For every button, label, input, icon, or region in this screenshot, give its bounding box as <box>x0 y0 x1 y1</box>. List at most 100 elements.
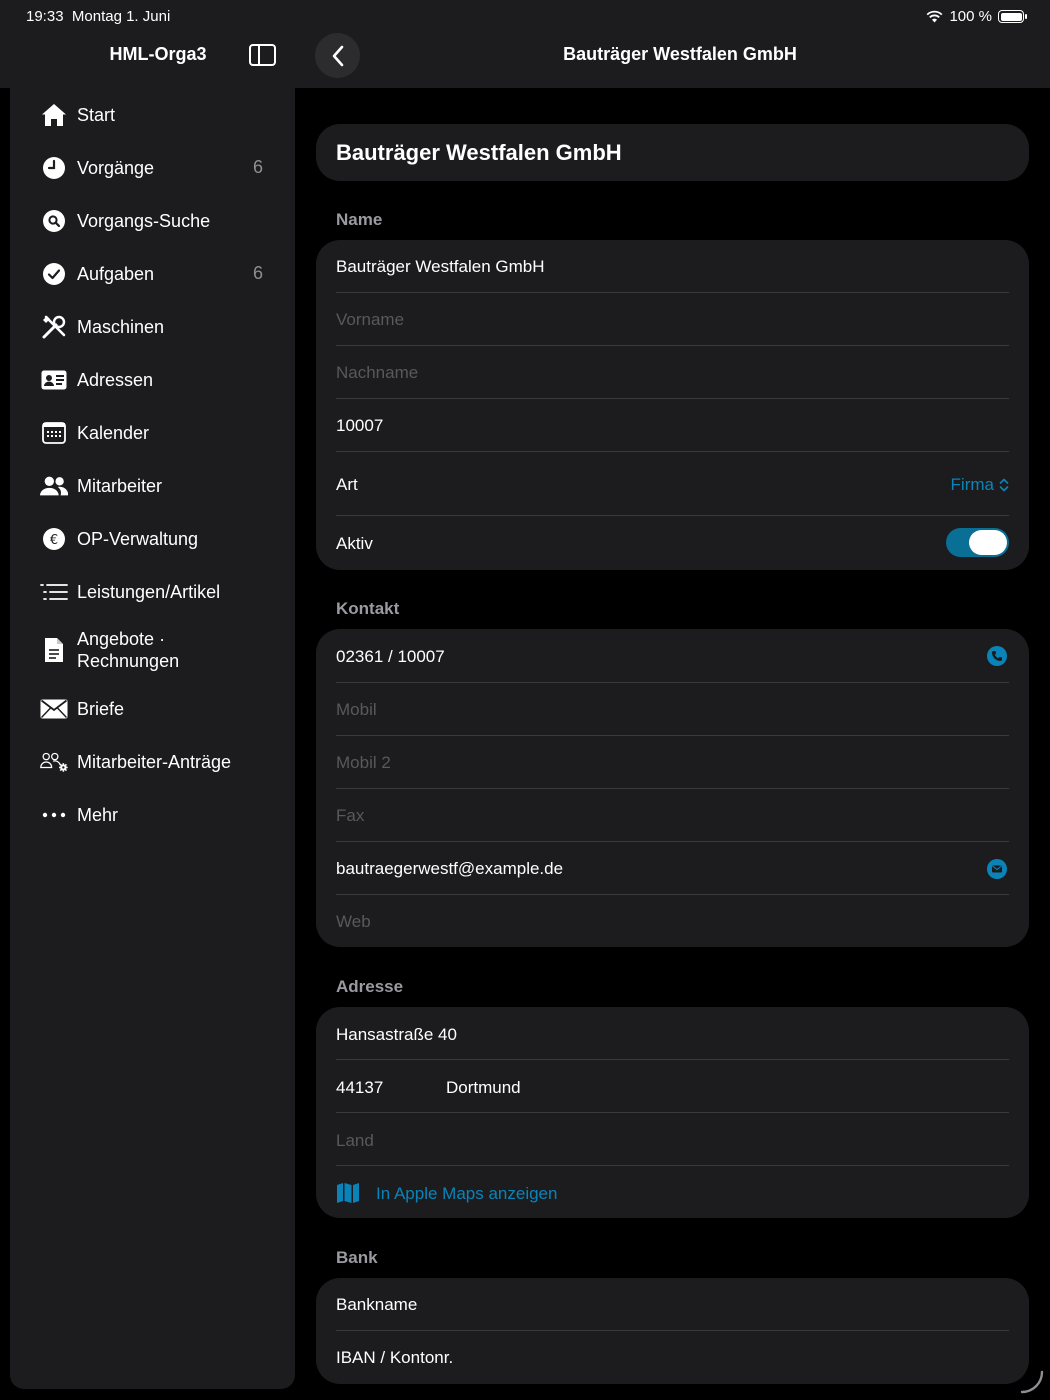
battery-percent: 100 % <box>949 8 992 25</box>
company-name-field[interactable]: Bauträger Westfalen GmbH <box>316 240 1029 293</box>
phone-icon[interactable] <box>987 646 1007 666</box>
search-icon <box>40 207 68 235</box>
chevron-left-icon <box>332 45 343 66</box>
city-field[interactable]: Dortmund <box>446 1078 521 1098</box>
art-picker[interactable]: Firma <box>951 475 1009 495</box>
number-field[interactable]: 10007 <box>316 399 1029 452</box>
sidebar-toggle-icon[interactable] <box>249 44 276 66</box>
sidebar-item-label: Angebote · Rechnungen <box>77 629 180 671</box>
bankname-field[interactable]: Bankname <box>316 1278 1029 1331</box>
contact-card-icon <box>40 366 68 394</box>
people-gear-icon <box>40 748 68 776</box>
section-heading-adresse: Adresse <box>336 977 404 996</box>
resize-handle-icon[interactable] <box>1018 1368 1046 1396</box>
sidebar-item-mitarbeiter-antraege[interactable]: Mitarbeiter-Anträge <box>10 735 295 788</box>
fax-field[interactable]: Fax <box>316 789 1029 842</box>
phone-field[interactable]: 02361 / 10007 <box>316 629 1029 682</box>
status-time: 19:33 Montag 1. Juni <box>26 8 171 25</box>
sidebar-item-label: Kalender <box>77 422 150 443</box>
web-field[interactable]: Web <box>316 895 1029 947</box>
phone-value: 02361 / 10007 <box>336 647 445 666</box>
sidebar-item-label: Mitarbeiter <box>77 475 163 496</box>
top-bar: HML-Orga3 Bauträger Westfalen GmbH <box>0 32 1050 88</box>
sidebar-item-label: Vorgangs-Suche <box>77 210 211 231</box>
map-icon <box>337 1183 359 1203</box>
sidebar-item-leistungen-artikel[interactable]: Leistungen/Artikel <box>10 565 295 618</box>
country-field[interactable]: Land <box>316 1113 1029 1166</box>
sidebar-app-title: HML-Orga3 <box>109 44 207 64</box>
clock-icon <box>40 154 68 182</box>
number-value: 10007 <box>336 416 384 435</box>
section-heading-kontakt: Kontakt <box>336 599 400 618</box>
vorname-field[interactable]: Vorname <box>316 293 1029 346</box>
sidebar-item-label: Adressen <box>77 369 154 390</box>
svg-text:€: € <box>50 533 58 548</box>
house-icon <box>40 101 68 129</box>
sidebar-item-adressen[interactable]: Adressen <box>10 353 295 406</box>
envelope-icon <box>40 695 68 723</box>
mobil-placeholder: Mobil <box>336 700 377 719</box>
checkmark-icon <box>40 260 68 288</box>
sidebar-item-briefe[interactable]: Briefe <box>10 682 295 735</box>
aktiv-toggle[interactable] <box>946 528 1009 557</box>
status-bar: 19:33 Montag 1. Juni 100 % <box>0 0 1050 32</box>
sidebar-item-kalender[interactable]: Kalender <box>10 406 295 459</box>
page-title: Bauträger Westfalen GmbH <box>336 140 622 165</box>
list-icon <box>40 578 68 606</box>
sidebar-item-label: Briefe <box>77 698 125 719</box>
email-field[interactable]: bautraegerwestf@example.de <box>316 842 1029 895</box>
back-button[interactable] <box>315 33 360 78</box>
nav-title: Bauträger Westfalen GmbH <box>563 44 797 64</box>
country-placeholder: Land <box>336 1131 374 1150</box>
sidebar-item-mehr[interactable]: Mehr <box>10 788 295 841</box>
mobil-field[interactable]: Mobil <box>316 683 1029 736</box>
apple-maps-link[interactable]: In Apple Maps anzeigen <box>316 1166 1029 1218</box>
art-row: Art Firma <box>316 452 1029 516</box>
sidebar-item-count: 6 <box>252 263 263 283</box>
record-title-card: Bauträger Westfalen GmbH <box>316 124 1029 181</box>
name-card: Bauträger Westfalen GmbH Vorname Nachnam… <box>316 240 1029 570</box>
wifi-icon <box>927 10 943 23</box>
aktiv-row: Aktiv <box>316 516 1029 570</box>
web-placeholder: Web <box>336 912 371 931</box>
sidebar-item-label: OP-Verwaltung <box>77 528 199 549</box>
aktiv-label: Aktiv <box>336 534 373 553</box>
sidebar-item-label: Leistungen/Artikel <box>77 581 221 602</box>
sidebar-item-maschinen[interactable]: Maschinen <box>10 300 295 353</box>
calendar-icon <box>40 419 68 447</box>
sidebar-item-vorgaenge[interactable]: Vorgänge 6 <box>10 141 295 194</box>
mobil2-field[interactable]: Mobil 2 <box>316 736 1029 789</box>
sidebar-item-angebote-rechnungen[interactable]: Angebote · Rechnungen <box>10 618 295 682</box>
bank-card: Bankname IBAN / Kontonr. <box>316 1278 1029 1384</box>
ellipsis-icon <box>40 801 68 829</box>
street-value: Hansastraße 40 <box>336 1025 457 1044</box>
mail-icon[interactable] <box>987 859 1007 879</box>
bankname-label: Bankname <box>336 1295 418 1314</box>
nachname-field[interactable]: Nachname <box>316 346 1029 399</box>
contact-card: 02361 / 10007 Mobil Mobil 2 Fax bautraeg… <box>316 629 1029 947</box>
sidebar-item-aufgaben[interactable]: Aufgaben 6 <box>10 247 295 300</box>
document-icon <box>40 636 68 664</box>
zip-field[interactable]: 44137 <box>336 1078 383 1098</box>
sidebar-item-mitarbeiter[interactable]: Mitarbeiter <box>10 459 295 512</box>
sidebar-item-start[interactable]: Start <box>10 88 295 141</box>
street-field[interactable]: Hansastraße 40 <box>316 1007 1029 1060</box>
art-label: Art <box>336 475 358 494</box>
sidebar-item-op-verwaltung[interactable]: € OP-Verwaltung <box>10 512 295 565</box>
sidebar-item-label: Mitarbeiter-Anträge <box>77 751 232 772</box>
sidebar: Start Vorgänge 6 Vorgangs-Suche Aufgaben… <box>10 88 295 1389</box>
sidebar-item-label: Vorgänge <box>77 157 155 178</box>
company-name-value: Bauträger Westfalen GmbH <box>336 257 545 276</box>
battery-icon <box>998 10 1027 23</box>
sidebar-item-vorgangs-suche[interactable]: Vorgangs-Suche <box>10 194 295 247</box>
tools-icon <box>40 313 68 341</box>
people-icon <box>40 472 68 500</box>
art-value: Firma <box>950 475 994 494</box>
email-value: bautraegerwestf@example.de <box>336 859 564 878</box>
address-card: Hansastraße 40 44137 Dortmund Land In Ap… <box>316 1007 1029 1218</box>
mobil2-placeholder: Mobil 2 <box>336 753 391 772</box>
section-heading-name: Name <box>336 210 383 229</box>
vorname-placeholder: Vorname <box>336 310 405 329</box>
fax-placeholder: Fax <box>336 806 365 825</box>
iban-field[interactable]: IBAN / Kontonr. <box>316 1331 1029 1384</box>
